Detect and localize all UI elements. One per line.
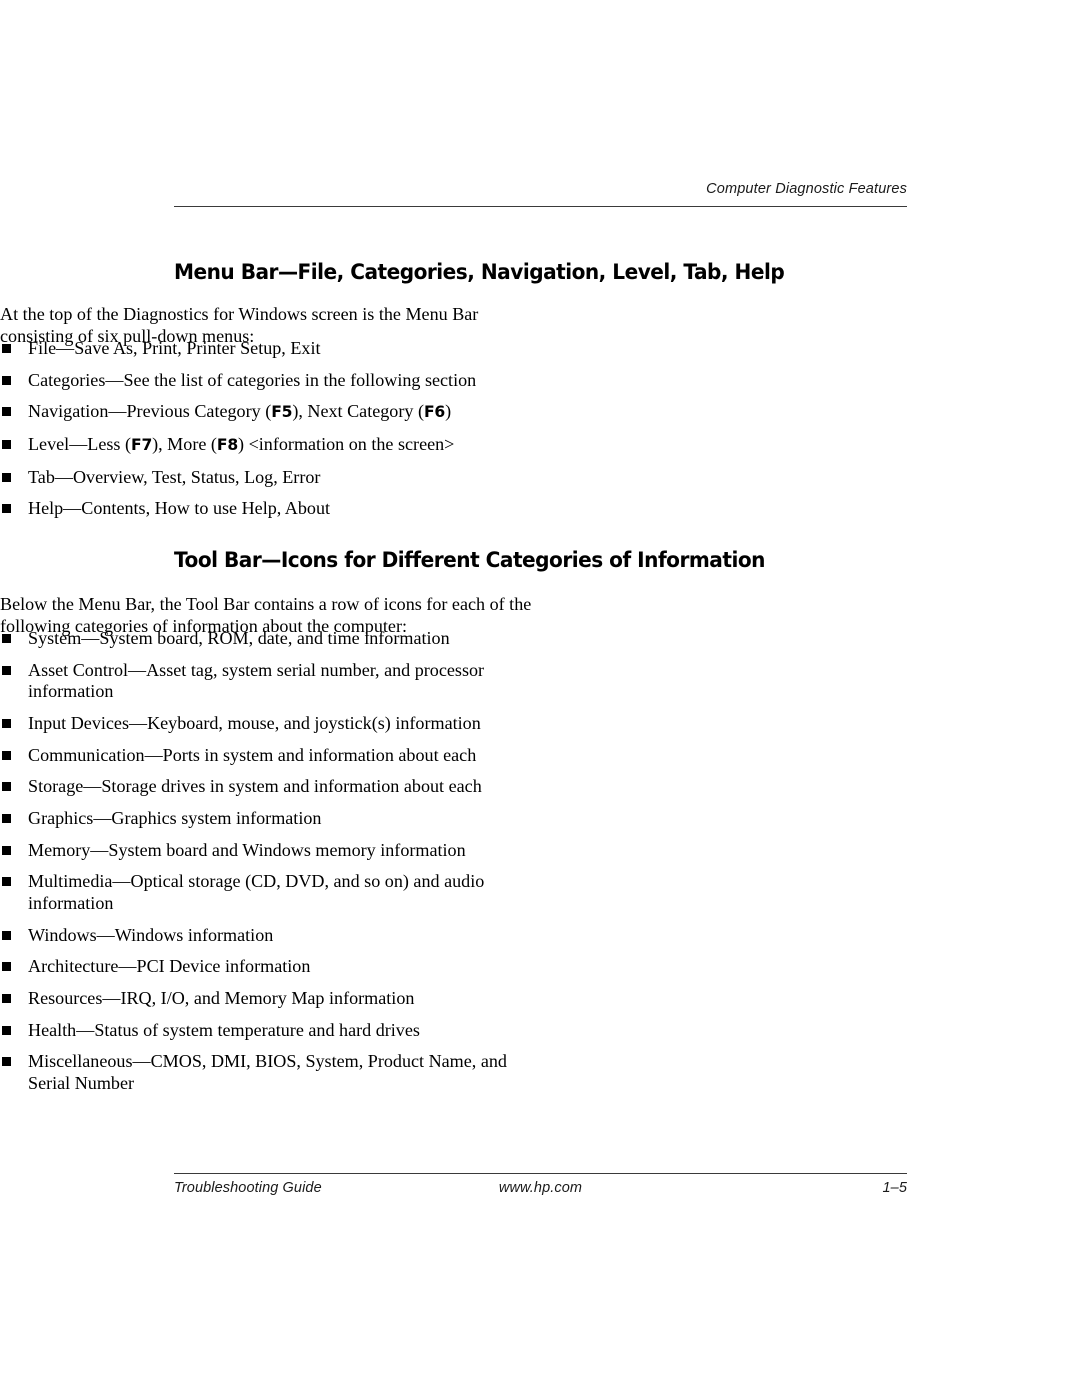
list-item: Health—Status of system temperature and … bbox=[0, 1020, 540, 1042]
square-bullet-icon bbox=[2, 472, 11, 482]
square-bullet-icon bbox=[2, 993, 11, 1003]
square-bullet-icon bbox=[2, 718, 11, 728]
function-key-label: F8 bbox=[216, 436, 239, 455]
list-item-label: Help—Contents, How to use Help, About bbox=[28, 498, 331, 519]
square-bullet-icon bbox=[2, 877, 11, 887]
list-item-label: Windows—Windows information bbox=[28, 924, 274, 945]
list-item: Storage—Storage drives in system and inf… bbox=[0, 776, 540, 798]
list-item-label: Tab—Overview, Test, Status, Log, Error bbox=[28, 466, 321, 487]
footer-divider bbox=[174, 1173, 907, 1174]
running-header: Computer Diagnostic Features bbox=[706, 181, 907, 197]
list-item-label: Storage—Storage drives in system and inf… bbox=[28, 776, 482, 797]
list-item: Miscellaneous—CMOS, DMI, BIOS, System, P… bbox=[0, 1051, 540, 1094]
square-bullet-icon bbox=[2, 375, 11, 385]
square-bullet-icon bbox=[2, 504, 11, 514]
square-bullet-icon bbox=[2, 407, 11, 417]
list-item: Multimedia—Optical storage (CD, DVD, and… bbox=[0, 871, 540, 914]
function-key-label: F5 bbox=[271, 403, 293, 422]
list-item: System—System board, ROM, date, and time… bbox=[0, 628, 540, 650]
square-bullet-icon bbox=[2, 813, 11, 823]
list-item-label: Communication—Ports in system and inform… bbox=[28, 744, 477, 765]
document-page: Computer Diagnostic Features Menu Bar—Fi… bbox=[0, 0, 1080, 1397]
list-item: Architecture—PCI Device information bbox=[0, 956, 540, 978]
list-item-label: Graphics—Graphics system information bbox=[28, 807, 322, 828]
list-item: Communication—Ports in system and inform… bbox=[0, 745, 540, 767]
list-item-label: Asset Control—Asset tag, system serial n… bbox=[28, 659, 485, 702]
list-item: Asset Control—Asset tag, system serial n… bbox=[0, 660, 540, 703]
list-item-label: Level—Less (F7), More (F8) <information … bbox=[28, 434, 455, 455]
section-heading-menu-bar: Menu Bar—File, Categories, Navigation, L… bbox=[174, 260, 785, 286]
list-item-label: Multimedia—Optical storage (CD, DVD, and… bbox=[28, 871, 485, 913]
list-item: Categories—See the list of categories in… bbox=[0, 370, 540, 392]
list-item-label: Categories—See the list of categories in… bbox=[28, 369, 477, 390]
list-item-label: Miscellaneous—CMOS, DMI, BIOS, System, P… bbox=[28, 1051, 507, 1093]
square-bullet-icon bbox=[2, 665, 11, 675]
list-item: Resources—IRQ, I/O, and Memory Map infor… bbox=[0, 988, 540, 1010]
list-item: Help—Contents, How to use Help, About bbox=[0, 498, 540, 520]
square-bullet-icon bbox=[2, 634, 11, 643]
list-item: Tab—Overview, Test, Status, Log, Error bbox=[0, 467, 540, 489]
list-item: Input Devices—Keyboard, mouse, and joyst… bbox=[0, 713, 540, 735]
square-bullet-icon bbox=[2, 344, 11, 353]
square-bullet-icon bbox=[2, 930, 11, 940]
function-key-label: F6 bbox=[423, 403, 446, 422]
list-item-label: Navigation—Previous Category (F5), Next … bbox=[28, 401, 452, 422]
square-bullet-icon bbox=[2, 845, 11, 855]
footer-page-number: 1–5 bbox=[882, 1180, 907, 1196]
list-item-label: Architecture—PCI Device information bbox=[28, 956, 311, 977]
square-bullet-icon bbox=[2, 1025, 11, 1035]
list-item-label: Health—Status of system temperature and … bbox=[28, 1019, 420, 1040]
list-item: Windows—Windows information bbox=[0, 925, 540, 947]
section-heading-tool-bar: Tool Bar—Icons for Different Categories … bbox=[174, 548, 765, 574]
function-key-label: F7 bbox=[131, 436, 153, 455]
list-item: Navigation—Previous Category (F5), Next … bbox=[0, 401, 540, 424]
list-item: Graphics—Graphics system information bbox=[0, 808, 540, 830]
square-bullet-icon bbox=[2, 1057, 11, 1067]
square-bullet-icon bbox=[2, 962, 11, 972]
list-item-label: Resources—IRQ, I/O, and Memory Map infor… bbox=[28, 987, 415, 1008]
list-item-label: System—System board, ROM, date, and time… bbox=[28, 628, 450, 648]
list-item: Memory—System board and Windows memory i… bbox=[0, 840, 540, 862]
square-bullet-icon bbox=[2, 782, 11, 792]
bullet-list-menu-bar: File—Save As, Print, Printer Setup, Exit… bbox=[0, 338, 540, 530]
list-item: File—Save As, Print, Printer Setup, Exit bbox=[0, 338, 540, 360]
square-bullet-icon bbox=[2, 440, 11, 450]
bullet-list-tool-bar: System—System board, ROM, date, and time… bbox=[0, 628, 540, 1104]
list-item: Level—Less (F7), More (F8) <information … bbox=[0, 434, 540, 457]
square-bullet-icon bbox=[2, 750, 11, 760]
list-item-label: Input Devices—Keyboard, mouse, and joyst… bbox=[28, 712, 481, 733]
list-item-label: File—Save As, Print, Printer Setup, Exit bbox=[28, 338, 321, 358]
header-divider bbox=[174, 206, 907, 207]
list-item-label: Memory—System board and Windows memory i… bbox=[28, 839, 466, 860]
